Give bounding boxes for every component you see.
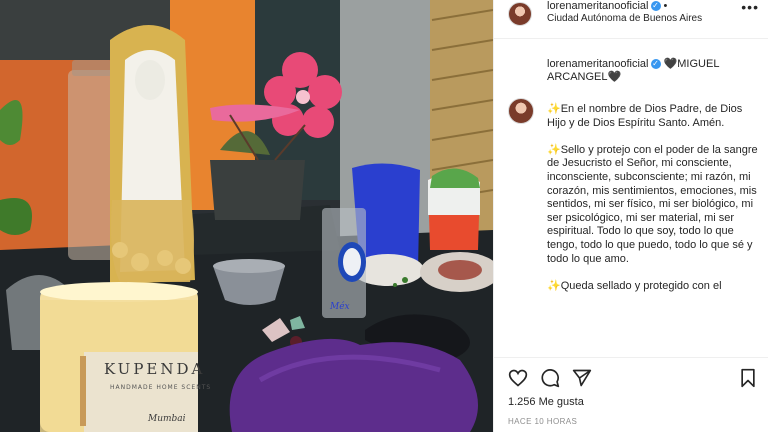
caption-avatar[interactable]: [508, 98, 534, 124]
avatar[interactable]: [508, 2, 532, 26]
bookmark-icon[interactable]: [738, 368, 758, 388]
caption-paragraph: ✨Queda sellado y protegido con el: [547, 279, 722, 292]
post-username[interactable]: lorenameritanooficial: [547, 0, 649, 12]
post-side-panel: lorenameritanooficial ✓ • Ciudad Autónoma …: [493, 0, 768, 432]
caption-section: lorenameritanooficial ✓ 🖤MIGUEL ARCANGEL🖤…: [494, 40, 768, 357]
altar-photo-illustration: [0, 0, 493, 432]
post-header: lorenameritanooficial ✓ • Ciudad Autónoma …: [494, 0, 768, 39]
post-timestamp[interactable]: HACE 10 HORAS: [508, 417, 577, 426]
follow-dot: •: [663, 0, 668, 12]
heart-icon[interactable]: [508, 368, 528, 388]
caption-paragraph: ✨Sello y protejo con el poder de la sang…: [547, 143, 758, 265]
post-actions-bar: [494, 357, 768, 397]
send-icon[interactable]: [572, 368, 592, 388]
candle-scent-label: Mumbai: [148, 414, 186, 424]
caption-header: lorenameritanooficial ✓ 🖤MIGUEL ARCANGEL🖤: [547, 58, 757, 84]
caption-username[interactable]: lorenameritanooficial: [547, 58, 649, 70]
comment-icon[interactable]: [540, 368, 560, 388]
more-options-icon[interactable]: •••: [741, 0, 759, 14]
verified-badge-icon: ✓: [650, 1, 661, 12]
post-username-row: lorenameritanooficial ✓ •: [547, 0, 667, 12]
caption-paragraph: ✨En el nombre de Dios Padre, de Dios Hij…: [547, 103, 743, 129]
post-photo[interactable]: KUPENDA HANDMADE HOME SCENTS Mumbai Méx: [0, 0, 493, 432]
candle-brand-label: KUPENDA: [104, 360, 206, 378]
likes-count[interactable]: 1.256 Me gusta: [508, 396, 584, 408]
cup-label: Méx: [330, 302, 350, 312]
caption-verified-badge-icon: ✓: [650, 59, 661, 70]
post-location[interactable]: Ciudad Autónoma de Buenos Aires: [547, 13, 702, 25]
caption-body: ✨En el nombre de Dios Padre, de Dios Hij…: [547, 103, 761, 307]
candle-subtitle-label: HANDMADE HOME SCENTS: [110, 384, 212, 391]
